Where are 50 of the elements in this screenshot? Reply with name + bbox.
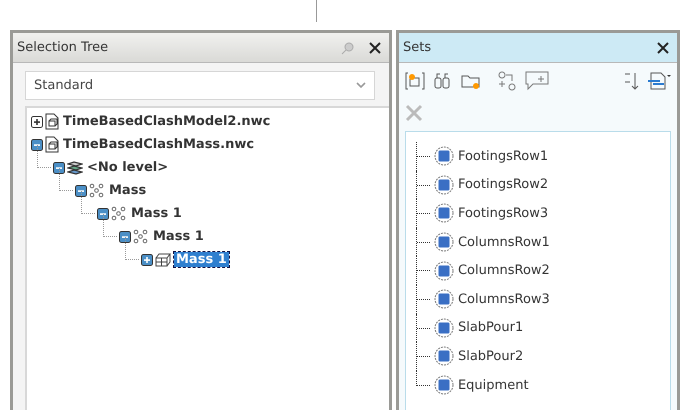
set-item[interactable]: SlabPour2 bbox=[458, 348, 524, 364]
selection-set-icon bbox=[434, 318, 454, 338]
swap-circles-icon[interactable] bbox=[496, 71, 517, 91]
set-item[interactable]: FootingsRow2 bbox=[458, 177, 548, 192]
expand-icon[interactable] bbox=[141, 254, 153, 266]
dots-icon bbox=[133, 229, 149, 244]
set-item[interactable]: FootingsRow1 bbox=[458, 148, 548, 164]
add-comment-icon[interactable] bbox=[524, 71, 549, 91]
set-item[interactable]: ColumnsRow3 bbox=[458, 292, 550, 307]
document-icon bbox=[45, 113, 59, 130]
tree-item[interactable]: <No level> bbox=[85, 160, 170, 175]
new-selection-icon[interactable] bbox=[404, 71, 425, 91]
selection-set-icon bbox=[434, 174, 454, 195]
selection-set-icon bbox=[434, 203, 454, 224]
close-icon bbox=[368, 42, 381, 54]
dots-icon bbox=[89, 183, 105, 198]
tree-item[interactable]: Mass 1 bbox=[174, 252, 229, 267]
layers-icon bbox=[67, 160, 83, 174]
collapse-icon[interactable] bbox=[53, 162, 65, 174]
sort-icon[interactable] bbox=[623, 71, 639, 91]
view-dropdown[interactable]: Standard bbox=[25, 71, 375, 100]
tree-item[interactable]: Mass 1 bbox=[151, 229, 206, 244]
tree-item[interactable]: TimeBasedClashModel2.nwc bbox=[61, 114, 272, 129]
expand-icon[interactable] bbox=[31, 116, 43, 128]
panel-title: Sets bbox=[402, 40, 432, 55]
selection-set-icon bbox=[434, 146, 454, 166]
panel-title: Selection Tree bbox=[17, 40, 110, 55]
set-item[interactable]: ColumnsRow2 bbox=[458, 263, 550, 278]
cube-icon bbox=[155, 252, 172, 266]
collapse-icon[interactable] bbox=[97, 208, 109, 220]
collapse-icon[interactable] bbox=[75, 184, 87, 196]
set-item[interactable]: ColumnsRow1 bbox=[458, 234, 550, 250]
chevron-down-icon bbox=[356, 82, 366, 89]
collapse-icon[interactable] bbox=[31, 138, 43, 150]
tree-item[interactable]: Mass 1 bbox=[129, 206, 184, 221]
selection-set-icon bbox=[434, 346, 454, 366]
collapse-icon[interactable] bbox=[119, 230, 131, 242]
import-export-icon[interactable] bbox=[647, 71, 671, 91]
tree-item[interactable]: TimeBasedClashMass.nwc bbox=[61, 137, 256, 152]
selection-set-icon bbox=[434, 232, 454, 252]
set-item[interactable]: SlabPour1 bbox=[458, 320, 524, 336]
set-item[interactable]: FootingsRow3 bbox=[458, 206, 548, 221]
selection-set-icon bbox=[434, 375, 454, 396]
selection-set-icon bbox=[434, 260, 454, 281]
tree-item[interactable]: Mass bbox=[107, 183, 148, 198]
close-icon bbox=[657, 42, 669, 54]
document-icon bbox=[45, 136, 59, 153]
set-item[interactable]: Equipment bbox=[458, 378, 529, 393]
selection-set-icon bbox=[434, 289, 454, 310]
dots-icon bbox=[111, 206, 127, 221]
